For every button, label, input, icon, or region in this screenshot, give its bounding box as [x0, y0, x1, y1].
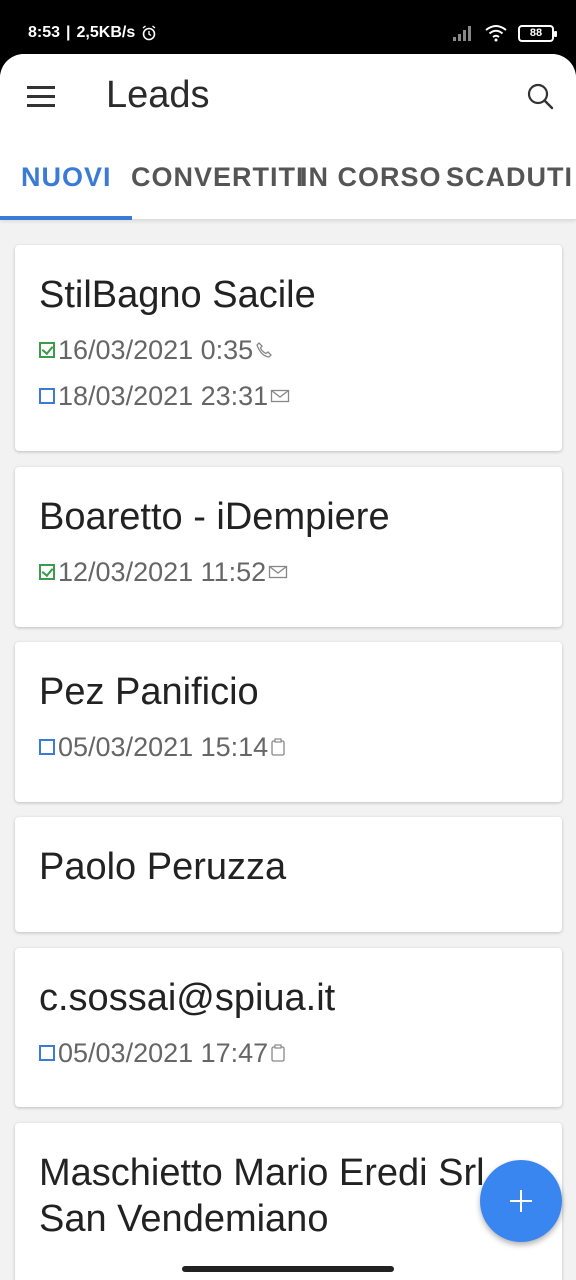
activity-datetime: 18/03/2021 23:31: [58, 380, 269, 411]
tab-nuovi[interactable]: NUOVI: [21, 162, 112, 193]
task-icon: [271, 738, 285, 756]
activity-row: 05/03/2021 17:47: [39, 1030, 538, 1076]
status-time-group: 8:53 | 2,5KB/s: [28, 24, 157, 42]
activity-row: 12/03/2021 11:52: [39, 549, 538, 595]
activity-row: 16/03/2021 0:35: [39, 327, 538, 373]
activity-datetime: 12/03/2021 11:52: [58, 556, 267, 587]
lead-name: Maschietto Mario Eredi Srl - San Vendemi…: [39, 1152, 508, 1240]
mail-icon: [269, 565, 288, 579]
activity-row: 18/03/2021 23:31: [39, 373, 538, 419]
tab-convertiti[interactable]: CONVERTITI: [131, 162, 305, 193]
activity-datetime: 16/03/2021 0:35: [58, 334, 254, 365]
tab-bar: NUOVI CONVERTITI IN CORSO SCADUTI: [0, 140, 576, 220]
status-bar: 8:53 | 2,5KB/s 88: [0, 0, 576, 62]
battery-icon: 88: [518, 24, 557, 42]
lead-card[interactable]: c.sossai@spiua.it 05/03/2021 17:47: [15, 948, 562, 1107]
phone-icon: [256, 342, 273, 358]
lead-name: StilBagno Sacile: [39, 274, 316, 316]
status-time: 8:53: [28, 24, 61, 41]
gesture-bar[interactable]: [182, 1266, 394, 1272]
app-bar: Leads: [0, 54, 576, 140]
checkbox-empty-icon: [39, 1045, 55, 1061]
lead-card[interactable]: StilBagno Sacile 16/03/2021 0:35 18/03/2…: [15, 245, 562, 451]
battery-level: 88: [529, 27, 543, 39]
menu-icon[interactable]: [27, 86, 55, 108]
tab-scaduti[interactable]: SCADUTI: [446, 162, 573, 193]
signal-icon: [453, 26, 471, 41]
search-icon[interactable]: [526, 82, 554, 110]
status-separator: |: [66, 24, 71, 41]
lead-name: c.sossai@spiua.it: [39, 977, 336, 1019]
checkbox-checked-icon: [39, 342, 55, 358]
alarm-icon: [142, 25, 156, 41]
activity-datetime: 05/03/2021 17:47: [58, 1037, 269, 1068]
checkbox-checked-icon: [39, 564, 55, 580]
checkbox-empty-icon: [39, 388, 55, 404]
tab-in-corso[interactable]: IN CORSO: [300, 162, 442, 193]
add-lead-button[interactable]: [480, 1160, 562, 1242]
task-icon: [271, 1044, 285, 1062]
lead-card[interactable]: Boaretto - iDempiere 12/03/2021 11:52: [15, 467, 562, 627]
lead-card[interactable]: Pez Panificio 05/03/2021 15:14: [15, 642, 562, 802]
activity-datetime: 05/03/2021 15:14: [58, 731, 269, 762]
page-title: Leads: [106, 74, 210, 116]
app-screen: Leads NUOVI CONVERTITI IN CORSO SCADUTI …: [0, 54, 576, 1280]
mail-icon: [271, 389, 290, 403]
lead-card[interactable]: Paolo Peruzza: [15, 817, 562, 932]
checkbox-empty-icon: [39, 739, 55, 755]
lead-name: Boaretto - iDempiere: [39, 496, 390, 538]
wifi-icon: [485, 25, 507, 42]
leads-list: StilBagno Sacile 16/03/2021 0:35 18/03/2…: [0, 220, 576, 1280]
activity-row: 05/03/2021 15:14: [39, 724, 538, 770]
network-speed: 2,5KB/s: [76, 24, 136, 41]
status-icons: 88: [452, 24, 557, 42]
lead-name: Paolo Peruzza: [39, 846, 287, 888]
lead-name: Pez Panificio: [39, 671, 259, 713]
